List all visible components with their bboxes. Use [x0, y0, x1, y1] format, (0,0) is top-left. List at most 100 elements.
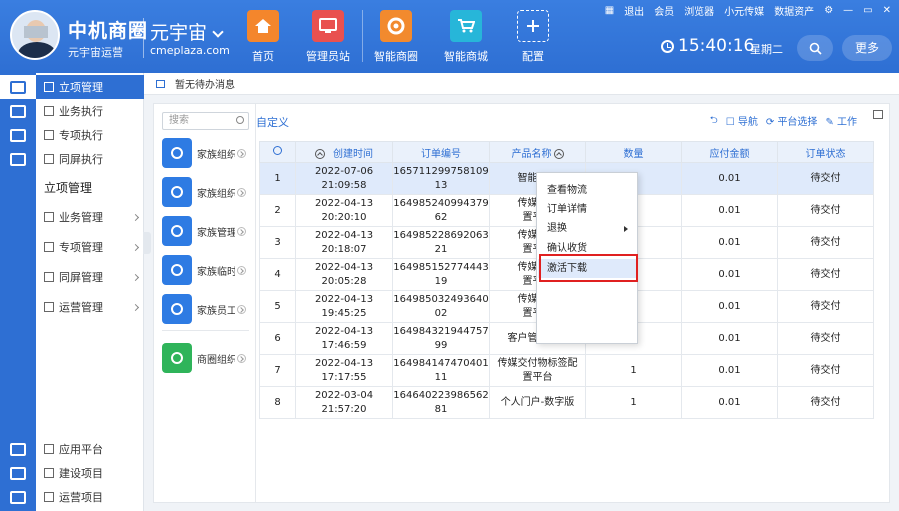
- sidebar-group-ops[interactable]: 运营管理: [36, 295, 144, 319]
- close-icon[interactable]: ✕: [883, 5, 891, 16]
- nav-smart-circle-button[interactable]: 智能商圈: [366, 10, 426, 64]
- data-asset-link[interactable]: 数据资产: [774, 3, 814, 18]
- org-divider: [162, 330, 249, 331]
- table-icon: [44, 468, 54, 478]
- current-time: 15:40:16: [678, 36, 755, 56]
- chevron-up-icon[interactable]: [553, 148, 564, 159]
- menu-item-return[interactable]: 退换: [538, 219, 636, 238]
- column-qty[interactable]: 数量: [585, 141, 682, 163]
- back-icon[interactable]: ⮌: [710, 113, 718, 130]
- nav-tool[interactable]: ☐ 导航: [726, 113, 758, 130]
- grid-icon[interactable]: ▦: [605, 5, 614, 16]
- table-icon: [44, 242, 54, 252]
- org-item-family-2[interactable]: 家族组织: [162, 176, 249, 208]
- org-item-family[interactable]: 家族组织: [162, 137, 249, 169]
- rail-screen[interactable]: [0, 147, 36, 171]
- column-search[interactable]: [259, 141, 296, 163]
- nav-config-label: 配置: [522, 50, 544, 63]
- sidebar-collapse-handle[interactable]: [143, 232, 151, 254]
- nav-config-button[interactable]: 配置: [503, 10, 563, 64]
- org-item-family-staff[interactable]: 家族员工: [162, 293, 249, 325]
- table-header: 创建时间 订单编号 产品名称 数量 应付金额 订单状态: [259, 141, 874, 163]
- nav-home-button[interactable]: 首页: [233, 10, 293, 64]
- media-link[interactable]: 小元传媒: [724, 3, 764, 18]
- more-button[interactable]: 更多: [842, 35, 892, 61]
- work-tool[interactable]: ✎ 工作: [825, 113, 857, 130]
- sidebar-item-sync-exec[interactable]: 同屏执行: [36, 147, 144, 171]
- order-status: 待交付: [777, 322, 874, 355]
- main-panel: 搜索 家族组织 家族组织 家族管理 家族临时 家族员工 商圈组织 自定义 ⮌ ☐…: [153, 103, 890, 503]
- column-created[interactable]: 创建时间: [295, 141, 393, 163]
- row-number: 6: [259, 322, 296, 355]
- column-status[interactable]: 订单状态: [777, 141, 874, 163]
- sidebar-item-project[interactable]: 立项管理: [36, 75, 144, 99]
- column-product[interactable]: 产品名称: [489, 141, 586, 163]
- order-number: 164985032493640 02: [392, 290, 490, 323]
- rail-briefcase[interactable]: [0, 75, 36, 99]
- org-item-family-temp[interactable]: 家族临时: [162, 254, 249, 286]
- org-item-family-manage[interactable]: 家族管理: [162, 215, 249, 247]
- chevron-right-icon[interactable]: [237, 265, 246, 275]
- search-icon[interactable]: [236, 116, 244, 124]
- org-item-circle-org[interactable]: 商圈组织: [162, 342, 249, 374]
- notice-text: 暂无待办消息: [175, 80, 235, 91]
- rail-board[interactable]: [0, 123, 36, 147]
- header-search-button[interactable]: [797, 35, 833, 61]
- minimize-icon[interactable]: —: [843, 5, 853, 16]
- sidebar-item-ops-project[interactable]: 运营项目: [36, 485, 144, 509]
- org-search-input[interactable]: 搜索: [162, 112, 249, 130]
- sidebar-group-sync[interactable]: 同屏管理: [36, 265, 144, 289]
- rail-settings[interactable]: [0, 485, 36, 509]
- custom-title[interactable]: 自定义: [256, 114, 289, 130]
- sidebar-group-special[interactable]: 专项管理: [36, 235, 144, 259]
- created-time: 2022-04-13 19:45:25: [295, 290, 393, 323]
- chevron-down-icon[interactable]: [212, 26, 224, 38]
- rail-monitor[interactable]: [0, 99, 36, 123]
- menu-item-order-detail[interactable]: 订单详情: [538, 200, 636, 219]
- chevron-right-icon[interactable]: [237, 187, 246, 197]
- member-link[interactable]: 会员: [654, 3, 674, 18]
- platform-select-tool[interactable]: ⟳ 平台选择: [766, 113, 818, 130]
- restore-icon[interactable]: ▭: [863, 5, 872, 16]
- sidebar-group-business[interactable]: 业务管理: [36, 205, 144, 229]
- logout-link[interactable]: 退出: [624, 3, 644, 18]
- rail-cube[interactable]: [0, 437, 36, 461]
- ring-icon: [162, 255, 192, 285]
- browser-link[interactable]: 浏览器: [684, 3, 714, 18]
- nav-smart-mall-button[interactable]: 智能商城: [436, 10, 496, 64]
- sidebar-item-build-project[interactable]: 建设项目: [36, 461, 144, 485]
- sidebar-item-special-exec[interactable]: 专项执行: [36, 123, 144, 147]
- gear-icon[interactable]: ⚙: [824, 5, 833, 16]
- table-icon: [44, 130, 54, 140]
- sidebar-item-business-exec[interactable]: 业务执行: [36, 99, 144, 123]
- search-icon: [273, 146, 282, 155]
- column-order-no[interactable]: 订单编号: [392, 141, 490, 163]
- table-row[interactable]: 7 2022-04-13 17:17:55 164984147470401 11 传媒交付…: [259, 354, 874, 387]
- avatar[interactable]: [10, 10, 60, 60]
- chevron-up-icon[interactable]: [315, 148, 325, 159]
- row-number: 8: [259, 386, 296, 419]
- workspace-selector[interactable]: 元宇宙: [150, 18, 207, 45]
- top-header: 中机商圈 元宇宙运营 元宇宙 cmeplaza.com 首页 管理员站 智能商圈…: [0, 0, 899, 73]
- order-number: 164984147470401 11: [392, 354, 490, 387]
- chevron-right-icon: [131, 243, 140, 251]
- table-icon: [44, 154, 54, 164]
- maximize-icon[interactable]: [873, 110, 883, 119]
- chevron-right-icon[interactable]: [237, 304, 246, 314]
- rail-building[interactable]: [0, 461, 36, 485]
- table-icon: [44, 492, 54, 502]
- nav-admin-button[interactable]: 管理员站: [298, 10, 358, 64]
- badge-icon: [162, 294, 192, 324]
- highlight-box: [539, 254, 638, 282]
- product-name: 个人门户-数字版: [489, 386, 586, 419]
- chevron-right-icon[interactable]: [237, 353, 246, 363]
- nav-smart-circle-label: 智能商圈: [374, 50, 418, 63]
- chevron-right-icon[interactable]: [237, 226, 246, 236]
- menu-item-view-logistics[interactable]: 查看物流: [538, 181, 636, 200]
- group-icon: [162, 138, 192, 168]
- smart-mall-icon: [450, 10, 482, 42]
- sidebar-item-app-platform[interactable]: 应用平台: [36, 437, 144, 461]
- chevron-right-icon[interactable]: [237, 148, 246, 158]
- column-amount[interactable]: 应付金额: [681, 141, 778, 163]
- table-row[interactable]: 8 2022-03-04 21:57:20 164640223986562 81 个人门户…: [259, 386, 874, 419]
